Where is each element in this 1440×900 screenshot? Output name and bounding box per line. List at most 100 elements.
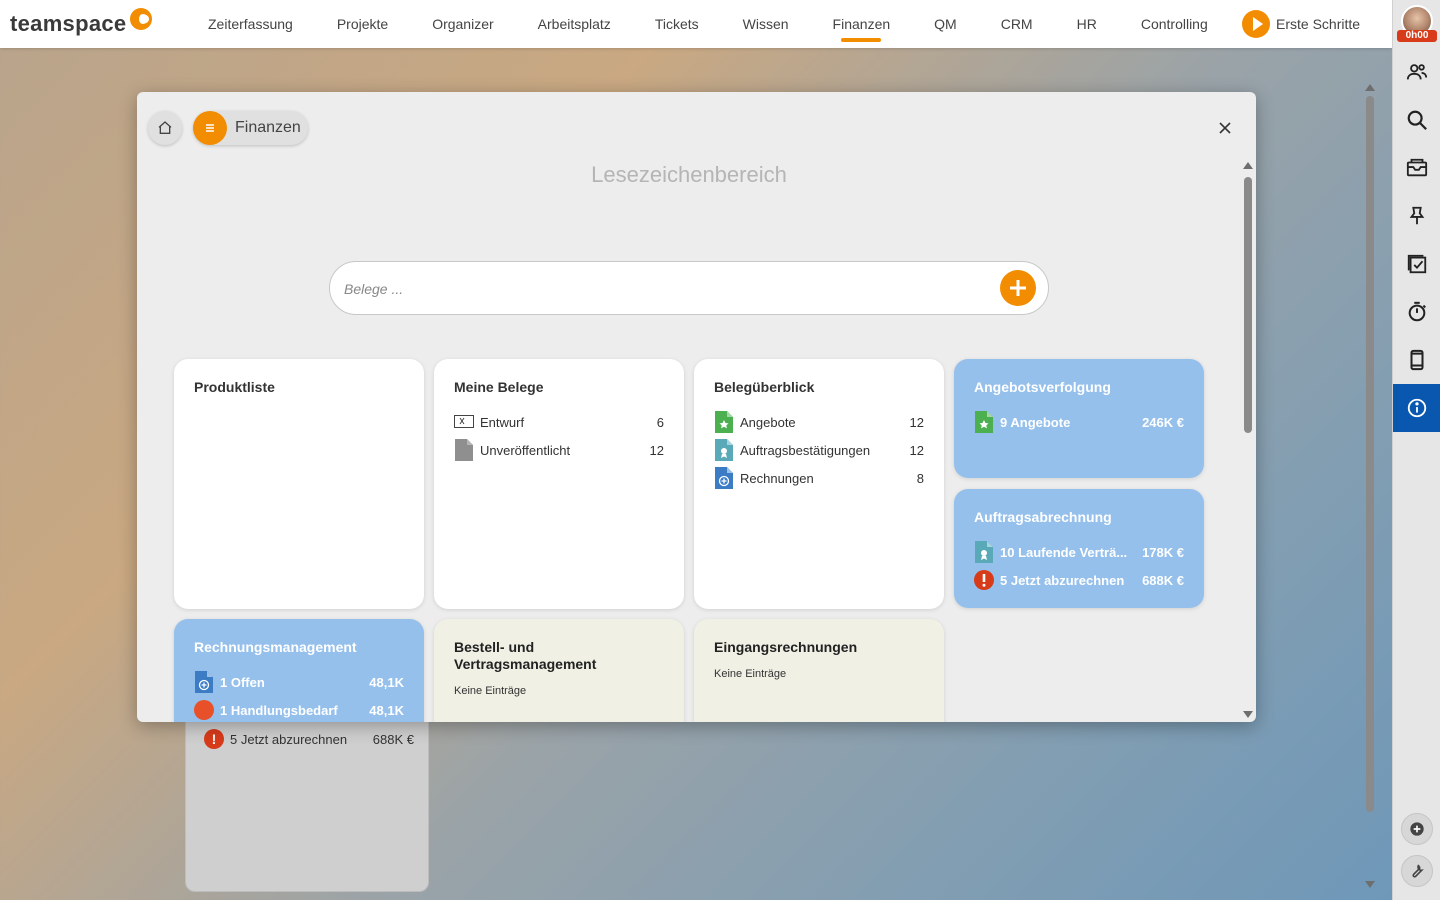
add-button[interactable] bbox=[1000, 270, 1036, 306]
card-title-line: Vertragsmanagement bbox=[454, 656, 597, 672]
nav-item-hr[interactable]: HR bbox=[1077, 0, 1097, 48]
background-widget: ! 5 Jetzt abzurechnen 688K € bbox=[185, 700, 429, 892]
search-input[interactable] bbox=[344, 277, 984, 301]
draft-doc-icon bbox=[454, 411, 474, 433]
card-title: Eingangsrechnungen bbox=[714, 639, 858, 655]
pin-icon[interactable] bbox=[1393, 192, 1440, 240]
breadcrumb-label: Finanzen bbox=[235, 119, 301, 136]
row-value: 6 bbox=[656, 414, 664, 430]
scroll-down-arrow-icon[interactable] bbox=[1243, 711, 1253, 718]
card-eingangsrechnungen[interactable]: Eingangsrechnungen Keine Einträge bbox=[694, 619, 944, 722]
nav-item-zeiterfassung[interactable]: Zeiterfassung bbox=[208, 0, 293, 48]
list-item[interactable]: Entwurf 6 bbox=[454, 411, 664, 433]
document-icon bbox=[454, 439, 474, 461]
card-title: Meine Belege bbox=[454, 379, 544, 395]
list-item[interactable]: Rechnungen 8 bbox=[714, 467, 924, 489]
nav-item-controlling[interactable]: Controlling bbox=[1141, 0, 1208, 48]
invoice-doc-icon bbox=[194, 671, 214, 693]
card-produktliste[interactable]: Produktliste bbox=[174, 359, 424, 609]
nav-item-wissen[interactable]: Wissen bbox=[743, 0, 789, 48]
row-label: Auftragsbestätigungen bbox=[740, 442, 871, 458]
scroll-up-arrow-icon[interactable] bbox=[1243, 162, 1253, 169]
row-label: Unveröffentlicht bbox=[480, 442, 571, 458]
row-label: 1 Handlungsbedarf bbox=[220, 702, 338, 718]
home-button[interactable] bbox=[148, 111, 182, 145]
card-title: Produktliste bbox=[194, 379, 275, 395]
plus-icon bbox=[1010, 280, 1026, 296]
users-icon[interactable] bbox=[1393, 48, 1440, 96]
active-tab-indicator bbox=[841, 38, 882, 42]
row-label: 5 Jetzt abzurechnen bbox=[230, 731, 348, 747]
nav-label: Tickets bbox=[654, 16, 699, 32]
list-item[interactable]: 5 Jetzt abzurechnen 688K € bbox=[974, 569, 1184, 591]
list-item[interactable]: 10 Laufende Verträ... 178K € bbox=[974, 541, 1184, 563]
row-label: Angebote bbox=[740, 414, 796, 430]
nav-label: Finanzen bbox=[832, 16, 891, 32]
card-auftragsabrechnung[interactable]: Auftragsabrechnung 10 Laufende Verträ...… bbox=[954, 489, 1204, 608]
modal-scrollbar[interactable] bbox=[1241, 158, 1255, 722]
list-item[interactable]: Unveröffentlicht 12 bbox=[454, 439, 664, 461]
nav-item-tickets[interactable]: Tickets bbox=[655, 0, 699, 48]
alert-icon bbox=[974, 569, 994, 591]
card-meine-belege[interactable]: Meine Belege Entwurf 6 Unveröffentlicht … bbox=[434, 359, 684, 609]
confirmation-doc-icon bbox=[714, 439, 734, 461]
offer-doc-icon bbox=[714, 411, 734, 433]
nav-item-qm[interactable]: QM bbox=[934, 0, 957, 48]
tasks-icon[interactable] bbox=[1393, 240, 1440, 288]
scrollbar-thumb[interactable] bbox=[1366, 96, 1374, 812]
nav-item-crm[interactable]: CRM bbox=[1001, 0, 1033, 48]
card-bestell-vertragsmanagement[interactable]: Bestell- und Vertragsmanagement Keine Ei… bbox=[434, 619, 684, 722]
main-nav: Zeiterfassung Projekte Organizer Arbeits… bbox=[180, 0, 1208, 48]
inbox-icon[interactable] bbox=[1393, 144, 1440, 192]
nav-item-projekte[interactable]: Projekte bbox=[337, 0, 388, 48]
page-scrollbar[interactable] bbox=[1363, 82, 1377, 892]
invoice-doc-icon bbox=[714, 467, 734, 489]
nav-label: HR bbox=[1076, 16, 1097, 32]
row-label: 1 Offen bbox=[220, 674, 265, 690]
close-button[interactable] bbox=[1215, 118, 1235, 138]
search-field bbox=[329, 261, 1049, 315]
list-item[interactable]: 1 Offen 48,1K bbox=[194, 671, 404, 693]
list-item[interactable]: 9 Angebote 246K € bbox=[974, 411, 1184, 433]
nav-item-finanzen[interactable]: Finanzen bbox=[832, 0, 891, 48]
list-item[interactable]: 1 Handlungsbedarf 48,1K bbox=[194, 699, 404, 721]
row-value: 8 bbox=[916, 470, 924, 486]
stopwatch-icon[interactable] bbox=[1393, 288, 1440, 336]
nav-label: QM bbox=[934, 16, 957, 32]
alert-icon: ! bbox=[204, 729, 224, 749]
nav-item-organizer[interactable]: Organizer bbox=[432, 0, 493, 48]
list-item[interactable]: Auftragsbestätigungen 12 bbox=[714, 439, 924, 461]
info-icon[interactable] bbox=[1393, 384, 1440, 432]
scroll-up-arrow-icon[interactable] bbox=[1365, 84, 1375, 91]
mobile-icon[interactable] bbox=[1393, 336, 1440, 384]
nav-label: CRM bbox=[1000, 16, 1033, 32]
alert-dot-icon bbox=[194, 699, 214, 721]
empty-state: Keine Einträge bbox=[454, 685, 527, 697]
scrollbar-thumb[interactable] bbox=[1244, 177, 1252, 433]
card-title: Belegüberblick bbox=[714, 379, 815, 395]
search-icon[interactable] bbox=[1393, 96, 1440, 144]
first-steps-button[interactable]: Erste Schritte bbox=[1242, 10, 1360, 38]
row-value: 12 bbox=[909, 442, 924, 458]
row-label: 9 Angebote bbox=[1000, 414, 1071, 430]
nav-label: Arbeitsplatz bbox=[537, 16, 611, 32]
logo-text: teamspace bbox=[10, 11, 127, 36]
play-icon bbox=[1242, 10, 1270, 38]
nav-item-arbeitsplatz[interactable]: Arbeitsplatz bbox=[538, 0, 611, 48]
card-angebotsverfolgung[interactable]: Angebotsverfolgung 9 Angebote 246K € bbox=[954, 359, 1204, 478]
nav-label: Projekte bbox=[336, 16, 389, 32]
card-title-line: Bestell- und bbox=[454, 639, 535, 655]
empty-state: Keine Einträge bbox=[714, 668, 787, 680]
wrench-icon[interactable] bbox=[1401, 855, 1433, 887]
home-icon bbox=[158, 121, 172, 134]
scroll-down-arrow-icon[interactable] bbox=[1365, 881, 1375, 888]
modal-title: Lesezeichenbereich bbox=[591, 162, 787, 187]
card-belegueberblick[interactable]: Belegüberblick Angebote 12 Auftragsbestä… bbox=[694, 359, 944, 609]
card-rechnungsmanagement[interactable]: Rechnungsmanagement 1 Offen 48,1K 1 Hand… bbox=[174, 619, 424, 722]
add-circle-icon[interactable] bbox=[1401, 813, 1433, 845]
breadcrumb[interactable]: Finanzen bbox=[193, 111, 308, 145]
first-steps-label: Erste Schritte bbox=[1276, 16, 1361, 32]
list-item[interactable]: Angebote 12 bbox=[714, 411, 924, 433]
teamspace-logo[interactable]: teamspace bbox=[10, 8, 180, 37]
logo-mark-icon bbox=[130, 8, 153, 30]
